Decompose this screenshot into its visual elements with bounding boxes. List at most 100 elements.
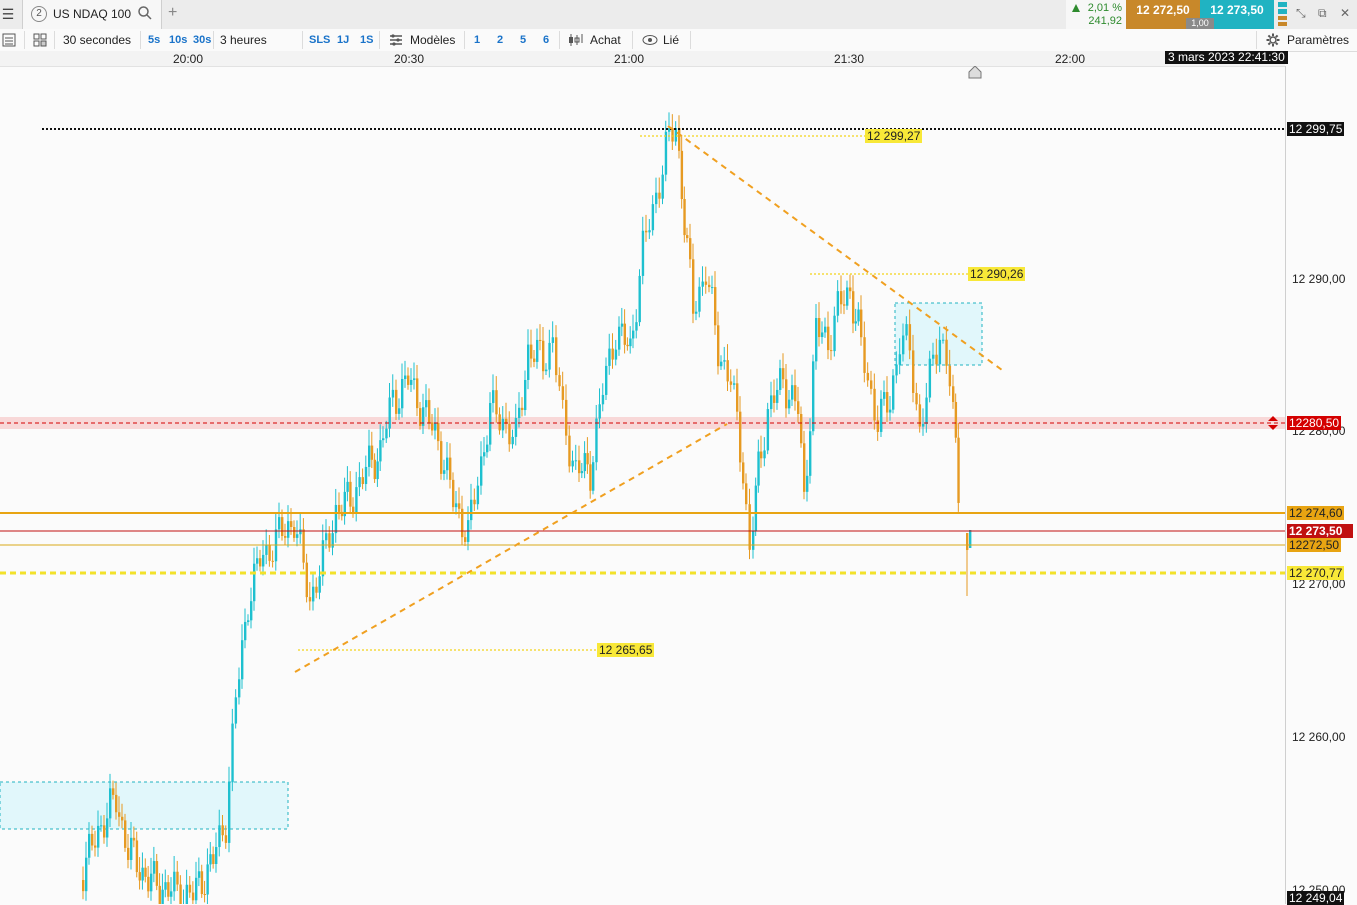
candle-body [470, 499, 473, 521]
interval-select[interactable]: 30 secondes [63, 29, 131, 51]
candle-body [720, 361, 723, 367]
candle-body [915, 392, 918, 405]
bottom-price-tag: 12 249,04 [1287, 891, 1345, 905]
candle-body [221, 825, 224, 836]
candle-body [88, 833, 91, 858]
candle-body [708, 284, 711, 288]
candle-body [338, 504, 341, 512]
candle-body [501, 418, 505, 431]
mid-annotation-label[interactable]: 12 290,26 [968, 267, 1026, 281]
candle-body [147, 876, 150, 892]
candle-body [431, 422, 434, 431]
add-tab-icon[interactable]: + [168, 4, 177, 22]
candle-body [698, 286, 701, 312]
interval-10s-button[interactable]: 10s [169, 29, 187, 51]
candle-body [717, 325, 720, 367]
layout-grid-icon[interactable] [33, 33, 47, 47]
price-chart[interactable] [0, 66, 1285, 904]
candle-body [358, 477, 361, 488]
buy-button[interactable]: Achat [590, 29, 621, 51]
candle-body [898, 354, 902, 365]
candle-body [271, 560, 274, 562]
layout-5-button[interactable]: 5 [520, 29, 526, 51]
candle-body [589, 464, 592, 491]
close-icon[interactable]: ✕ [1340, 6, 1350, 20]
candle-body [618, 326, 621, 350]
alert-tag[interactable]: 12280,50 [1287, 416, 1341, 430]
candle-body [680, 150, 684, 200]
candle-body [185, 884, 189, 904]
models-button[interactable]: Modèles [410, 29, 455, 51]
candle-body [511, 436, 514, 445]
zone-rectangle[interactable] [0, 781, 289, 830]
candle-body [346, 481, 349, 492]
high-annotation-label[interactable]: 12 299,27 [865, 129, 923, 143]
candle-body [800, 414, 803, 444]
menu-icon[interactable]: ☰ [0, 0, 16, 29]
candle-body [308, 597, 312, 602]
candle-body [536, 339, 539, 362]
candle-body [253, 563, 256, 602]
sls-button[interactable]: SLS [309, 29, 330, 51]
instrument-tab[interactable]: 2 US NDAQ 100 [22, 0, 162, 29]
candle-body [571, 460, 574, 467]
candle-body [265, 544, 268, 555]
candle-body [150, 873, 153, 892]
candle-body [620, 323, 624, 327]
candle-body [382, 438, 385, 441]
layout-1-button[interactable]: 1 [474, 29, 480, 51]
separator [632, 31, 633, 49]
candle-body [863, 337, 866, 373]
candle-body [508, 423, 511, 445]
candle-body [714, 287, 717, 326]
candle-body [334, 504, 338, 534]
tab-number-badge: 2 [31, 6, 47, 22]
candle-body [683, 199, 686, 236]
search-icon[interactable] [137, 5, 153, 21]
candle-body [127, 847, 130, 860]
time-marker-icon[interactable] [968, 66, 982, 79]
gear-icon[interactable] [1266, 33, 1280, 47]
candle-body [548, 342, 551, 370]
linked-button[interactable]: Lié [663, 29, 679, 51]
candle-body [305, 562, 308, 598]
tab-bar: ☰ 2 US NDAQ 100 + 2,01 % 241,92 12 272,5… [0, 0, 1357, 30]
detach-icon[interactable]: ⧉ [1318, 6, 1327, 21]
trendline-ascending[interactable] [294, 423, 728, 673]
layout-2-button[interactable]: 2 [497, 29, 503, 51]
range-1d-button[interactable]: 1J [337, 29, 349, 51]
price-axis[interactable] [1285, 66, 1357, 904]
candle-body [812, 361, 815, 432]
candle-body [296, 534, 299, 538]
candle-body [106, 818, 109, 838]
candle-body [85, 857, 88, 892]
candle-body [407, 375, 410, 385]
candle-body [806, 475, 809, 492]
time-axis[interactable]: 20:00 20:30 21:00 21:30 22:00 [0, 51, 1285, 67]
candle-body [144, 867, 147, 877]
candle-body [757, 451, 760, 486]
candle-body [661, 174, 664, 199]
candle-body [130, 837, 133, 860]
interval-30s-button[interactable]: 30s [193, 29, 211, 51]
interval-5s-button[interactable]: 5s [148, 29, 160, 51]
candle-body [410, 379, 413, 385]
candle-body [592, 462, 595, 491]
low-annotation-label[interactable]: 12 265,65 [597, 643, 655, 657]
candle-body [437, 422, 440, 442]
candle-body [565, 399, 568, 436]
candle-body [605, 365, 608, 395]
range-select[interactable]: 3 heures [220, 29, 267, 51]
candle-body [443, 470, 446, 474]
candle-body [514, 418, 518, 437]
settings-button[interactable]: Paramètres [1287, 29, 1349, 51]
candle-body [498, 414, 501, 431]
list-icon[interactable] [2, 33, 16, 47]
zone-rectangle[interactable] [894, 302, 983, 366]
candle-body [250, 601, 253, 621]
layout-6-button[interactable]: 6 [543, 29, 549, 51]
collapse-icon[interactable]: ⤡ [1296, 6, 1306, 21]
range-1w-button[interactable]: 1S [360, 29, 373, 51]
candle-body [161, 889, 164, 904]
candle-body [938, 339, 942, 365]
